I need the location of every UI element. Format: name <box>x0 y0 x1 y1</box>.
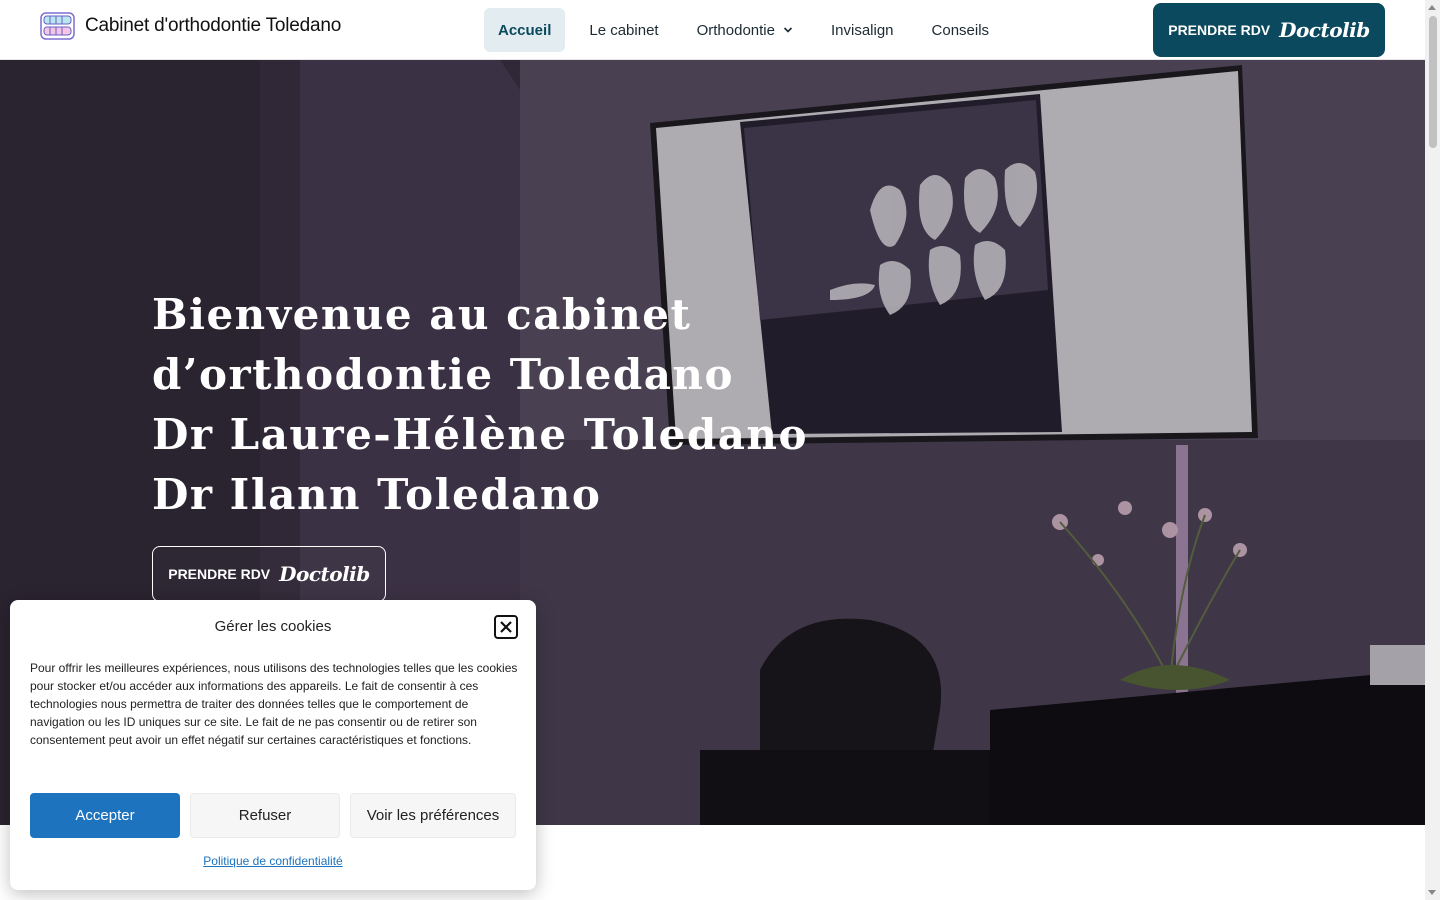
nav-item-label: Accueil <box>498 21 552 39</box>
chevron-down-icon <box>783 27 793 33</box>
nav-item-orthodontie[interactable]: Orthodontie <box>683 8 807 52</box>
hero-title-line: d’orthodontie Toledano <box>152 350 734 399</box>
brand-link[interactable]: Cabinet d'orthodontie Toledano <box>40 11 341 41</box>
cookie-description: Pour offrir les meilleures expériences, … <box>30 661 518 747</box>
hero-title-line: Bienvenue au cabinet <box>152 290 692 339</box>
cookie-consent-dialog: Gérer les cookies Pour offrir les meille… <box>10 600 536 890</box>
doctolib-logo: Doctolib <box>1279 18 1370 42</box>
appointment-label: PRENDRE RDV <box>168 566 271 582</box>
scrollbar-thumb[interactable] <box>1429 16 1437 148</box>
nav-item-label: Le cabinet <box>589 21 659 39</box>
page-scrollbar[interactable] <box>1425 0 1440 900</box>
accept-cookies-button[interactable]: Accepter <box>30 793 180 838</box>
site-header: Cabinet d'orthodontie Toledano Accueil L… <box>0 0 1425 60</box>
nav-item-conseils[interactable]: Conseils <box>918 8 1004 52</box>
hero-appointment-button[interactable]: PRENDRE RDV Doctolib <box>152 546 386 602</box>
nav-item-invisalign[interactable]: Invisalign <box>817 8 908 52</box>
hero-title: Bienvenue au cabinet d’orthodontie Toled… <box>152 285 852 525</box>
cookie-preferences-button[interactable]: Voir les préférences <box>350 793 516 838</box>
nav-item-label: Conseils <box>931 21 990 39</box>
cookie-title: Gérer les cookies <box>214 618 332 635</box>
close-icon <box>500 621 512 633</box>
hero-title-line: Dr Ilann Toledano <box>152 470 602 519</box>
nav-item-le-cabinet[interactable]: Le cabinet <box>575 8 672 52</box>
header-appointment-button[interactable]: PRENDRE RDV Doctolib <box>1153 3 1385 57</box>
refuse-cookies-button[interactable]: Refuser <box>190 793 340 838</box>
scroll-up-icon[interactable] <box>1428 5 1436 10</box>
nav-item-accueil[interactable]: Accueil <box>484 8 566 52</box>
doctolib-logo: Doctolib <box>279 562 370 586</box>
nav-item-label: Orthodontie <box>696 21 775 39</box>
teeth-aligner-icon <box>40 12 75 40</box>
appointment-label: PRENDRE RDV <box>1168 22 1271 38</box>
main-nav: Accueil Le cabinet Orthodontie Invisalig… <box>484 8 1013 52</box>
privacy-policy-link[interactable]: Politique de confidentialité <box>10 854 536 868</box>
scroll-down-icon[interactable] <box>1428 890 1436 895</box>
close-button[interactable] <box>494 615 518 639</box>
hero-title-line: Dr Laure-Hélène Toledano <box>152 410 808 459</box>
site-name: Cabinet d'orthodontie Toledano <box>85 15 342 36</box>
nav-item-label: Invisalign <box>830 21 894 39</box>
